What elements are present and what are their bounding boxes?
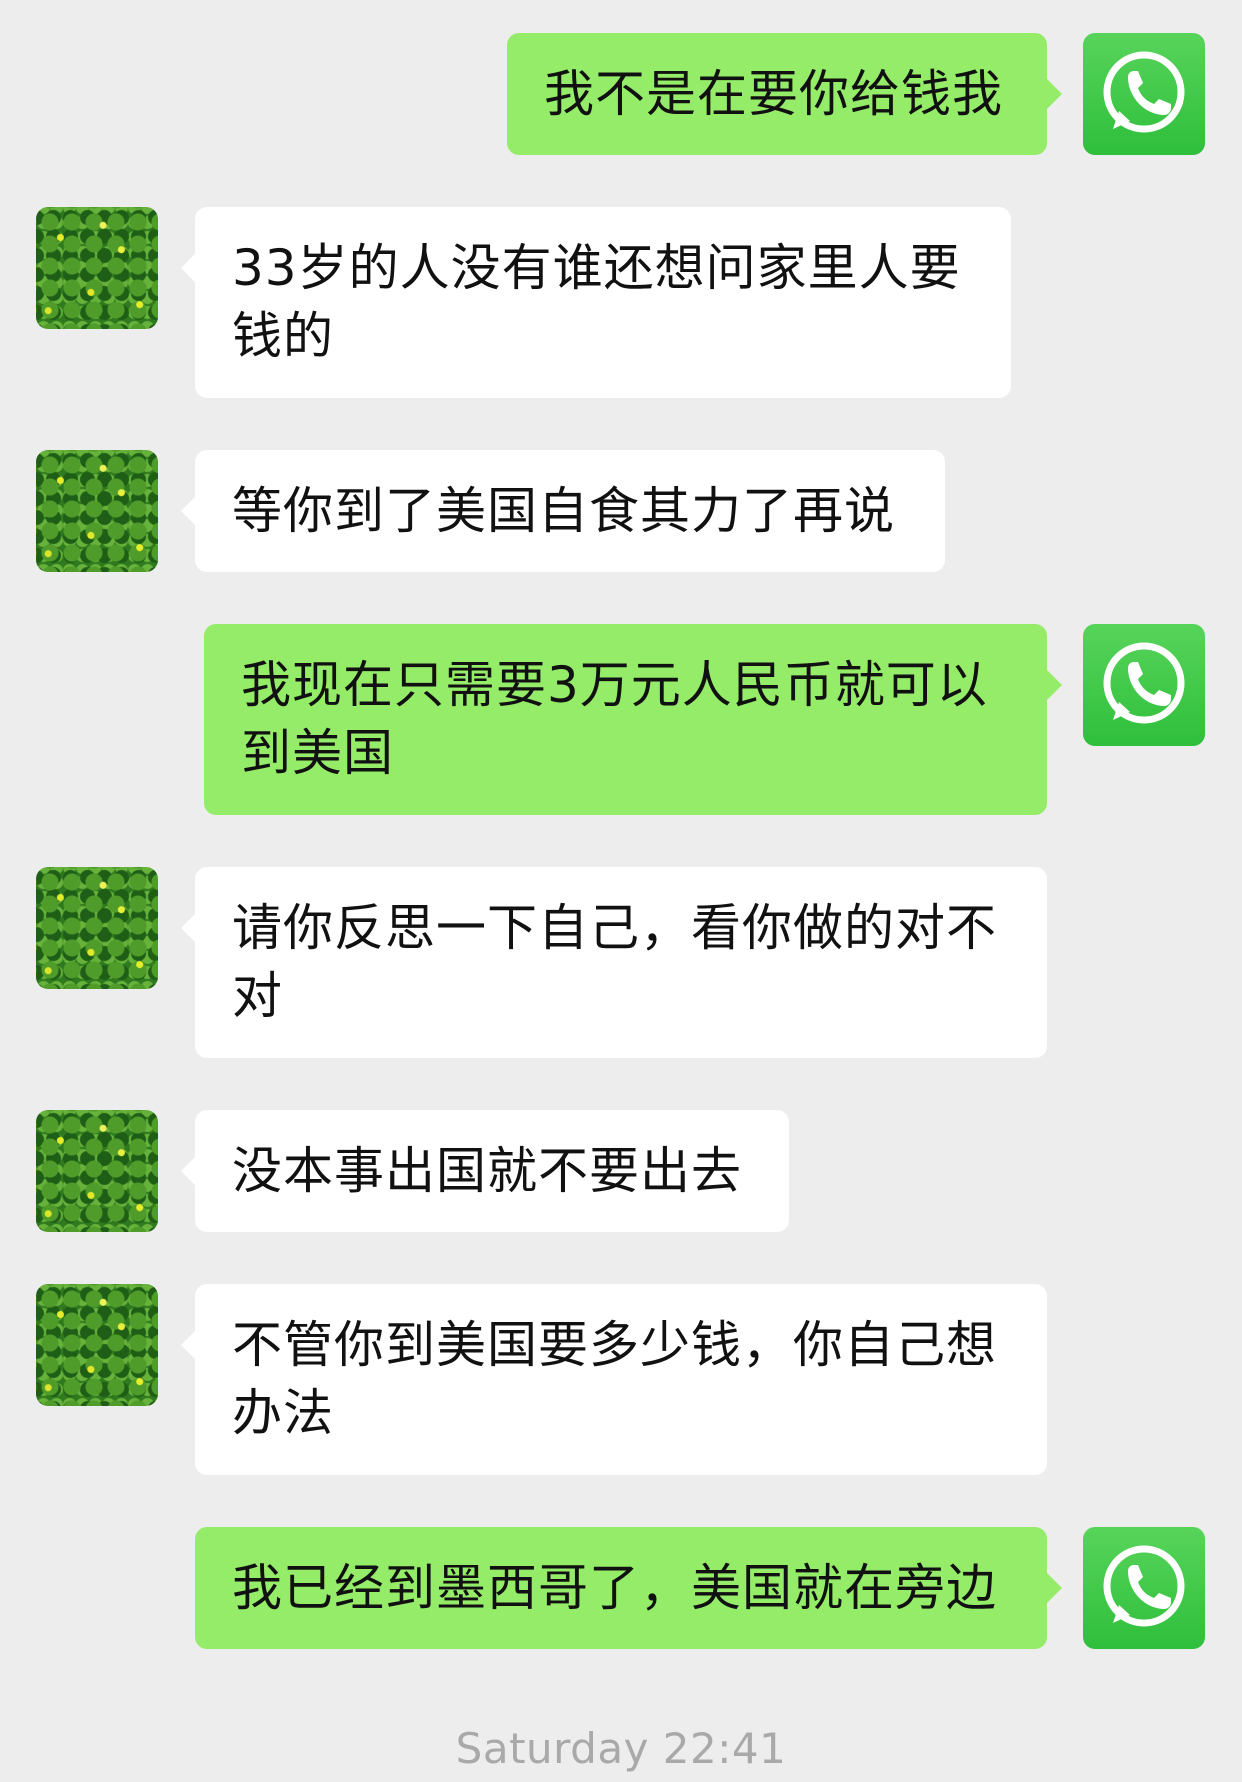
message-text: 我现在只需要3万元人民币就可以 到美国 [241,656,988,782]
whatsapp-icon[interactable] [1083,33,1205,155]
message-text: 不管你到美国要多少钱，你自己想 办法 [232,1316,997,1442]
message-text: 33岁的人没有谁还想问家里人要 钱的 [232,239,961,365]
contact-avatar[interactable] [36,450,158,572]
contact-avatar[interactable] [36,1284,158,1406]
message-bubble-incoming[interactable]: 33岁的人没有谁还想问家里人要 钱的 [181,207,1011,398]
message-bubble-outgoing[interactable]: 我现在只需要3万元人民币就可以 到美国 [204,624,1062,815]
contact-avatar[interactable] [36,1110,158,1232]
chat-conversation: 我不是在要你给钱我 33岁的人没有谁还想问家里人要 钱的 等你到了美国自食其力了… [0,0,1242,1782]
message-bubble-outgoing[interactable]: 我已经到墨西哥了，美国就在旁边 [195,1527,1062,1649]
contact-avatar[interactable] [36,867,158,989]
message-text: 等你到了美国自食其力了再说 [232,482,895,540]
message-bubble-incoming[interactable]: 没本事出国就不要出去 [181,1110,789,1232]
contact-avatar[interactable] [36,207,158,329]
whatsapp-icon[interactable] [1083,624,1205,746]
timestamp: Saturday 22:41 [455,1724,787,1773]
message-text: 请你反思一下自己，看你做的对不 对 [232,899,997,1025]
message-text: 我已经到墨西哥了，美国就在旁边 [232,1559,997,1617]
message-bubble-incoming[interactable]: 不管你到美国要多少钱，你自己想 办法 [181,1284,1047,1475]
whatsapp-icon[interactable] [1083,1527,1205,1649]
message-bubble-incoming[interactable]: 等你到了美国自食其力了再说 [181,450,945,572]
message-text: 我不是在要你给钱我 [544,65,1003,123]
message-text: 没本事出国就不要出去 [232,1142,742,1200]
message-bubble-outgoing[interactable]: 我不是在要你给钱我 [507,33,1062,155]
message-bubble-incoming[interactable]: 请你反思一下自己，看你做的对不 对 [181,867,1047,1058]
